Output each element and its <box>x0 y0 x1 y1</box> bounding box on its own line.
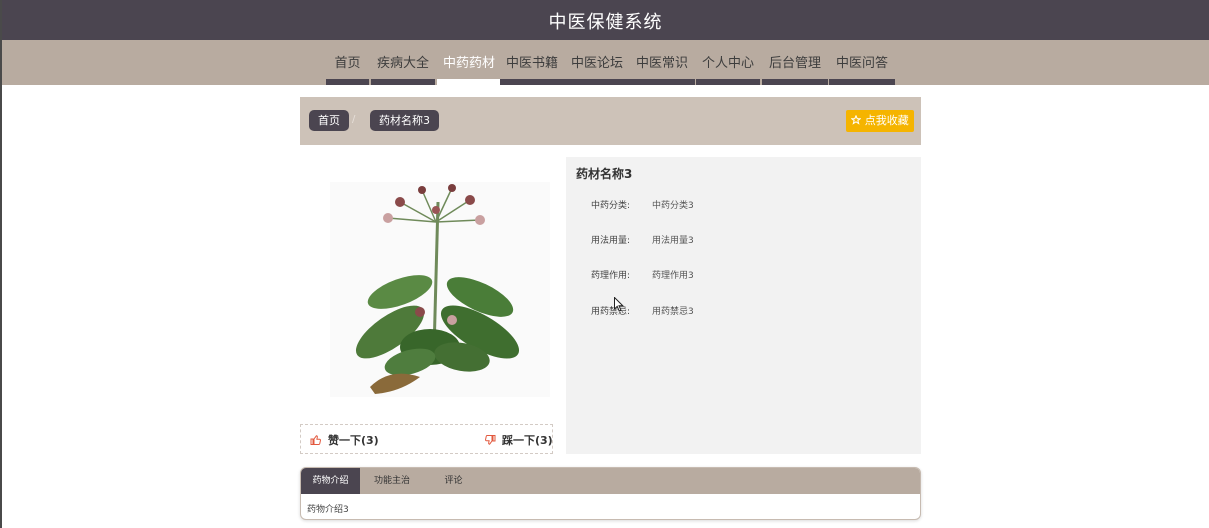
star-outline-icon <box>850 114 862 125</box>
breadcrumb-current[interactable]: 药材名称3 <box>370 110 439 131</box>
tab-introduction[interactable]: 药物介绍 <box>301 468 360 494</box>
nav-item-diseases[interactable]: 疾病大全 <box>371 40 435 85</box>
nav-item-label: 疾病大全 <box>376 56 429 71</box>
thumbs-up-icon <box>310 435 321 445</box>
nav-item-home[interactable]: 首页 <box>326 40 369 85</box>
like-label: 赞一下(3) <box>328 434 379 447</box>
nav-item-label: 中医书籍 <box>505 56 558 71</box>
main-nav: 首页 疾病大全 中药药材 中医书籍 中医论坛 中医常识 个人中心 后台管理 中医… <box>2 40 1209 85</box>
detail-value: 中药分类3 <box>652 201 694 211</box>
detail-value: 药理作用3 <box>652 271 694 281</box>
nav-underline <box>326 79 369 85</box>
breadcrumb: 首页 / 药材名称3 点我收藏 <box>300 97 921 145</box>
tab-indications[interactable]: 功能主治 <box>363 468 421 494</box>
herb-image-panel <box>300 157 553 422</box>
herb-name: 药材名称3 <box>576 167 633 181</box>
detail-row-pharmacology: 药理作用: 药理作用3 <box>566 268 921 284</box>
herb-image <box>330 182 550 397</box>
tab-content: 药物介绍3 <box>307 505 349 515</box>
favorite-label: 点我收藏 <box>864 114 909 127</box>
nav-item-label: 个人中心 <box>701 56 754 71</box>
site-header: 中医保健系统 <box>2 0 1209 40</box>
nav-underline <box>371 79 435 85</box>
nav-item-label: 首页 <box>334 56 361 71</box>
nav-item-forum[interactable]: 中医论坛 <box>564 40 630 85</box>
nav-underline <box>564 79 630 85</box>
nav-item-knowledge[interactable]: 中医常识 <box>629 40 695 85</box>
breadcrumb-home[interactable]: 首页 <box>309 110 349 131</box>
detail-label: 药理作用: <box>591 271 631 281</box>
nav-underline <box>500 79 564 85</box>
nav-underline <box>629 79 695 85</box>
nav-underline <box>762 79 828 85</box>
breadcrumb-separator: / <box>352 114 356 125</box>
nav-item-profile[interactable]: 个人中心 <box>696 40 760 85</box>
nav-underline <box>696 79 760 85</box>
detail-label: 用法用量: <box>591 236 631 246</box>
page: 中医保健系统 首页 疾病大全 中药药材 中医书籍 中医论坛 中医常识 个人中心 <box>0 0 1209 528</box>
thumbs-down-icon <box>485 435 496 445</box>
site-title: 中医保健系统 <box>548 12 663 33</box>
detail-value: 用药禁忌3 <box>652 307 694 317</box>
nav-item-books[interactable]: 中医书籍 <box>500 40 564 85</box>
mouse-cursor-icon <box>614 297 624 312</box>
nav-item-qa[interactable]: 中医问答 <box>829 40 895 85</box>
herb-tabs: 药物介绍 功能主治 评论 药物介绍3 <box>300 467 921 520</box>
nav-item-herbs[interactable]: 中药药材 <box>437 40 501 85</box>
nav-item-label: 中药药材 <box>442 56 495 71</box>
vote-bar: 赞一下(3) 踩一下(3) <box>300 424 553 454</box>
favorite-button[interactable]: 点我收藏 <box>846 110 914 132</box>
dislike-button[interactable]: 踩一下(3) <box>483 432 553 448</box>
nav-item-label: 后台管理 <box>768 56 821 71</box>
nav-item-label: 中医论坛 <box>570 56 623 71</box>
nav-underline-active <box>437 79 501 85</box>
detail-value: 用法用量3 <box>652 236 694 246</box>
nav-item-label: 中医问答 <box>835 56 888 71</box>
like-button[interactable]: 赞一下(3) <box>309 432 379 448</box>
detail-label: 中药分类: <box>591 201 631 211</box>
detail-row-category: 中药分类: 中药分类3 <box>566 198 921 214</box>
nav-item-label: 中医常识 <box>635 56 688 71</box>
tab-comments[interactable]: 评论 <box>431 468 476 494</box>
detail-row-dosage: 用法用量: 用法用量3 <box>566 233 921 249</box>
nav-underline <box>829 79 895 85</box>
nav-item-admin[interactable]: 后台管理 <box>762 40 828 85</box>
detail-label: 用药禁忌: <box>591 307 631 317</box>
tab-strip: 药物介绍 功能主治 评论 <box>301 468 920 494</box>
dislike-label: 踩一下(3) <box>502 434 553 447</box>
